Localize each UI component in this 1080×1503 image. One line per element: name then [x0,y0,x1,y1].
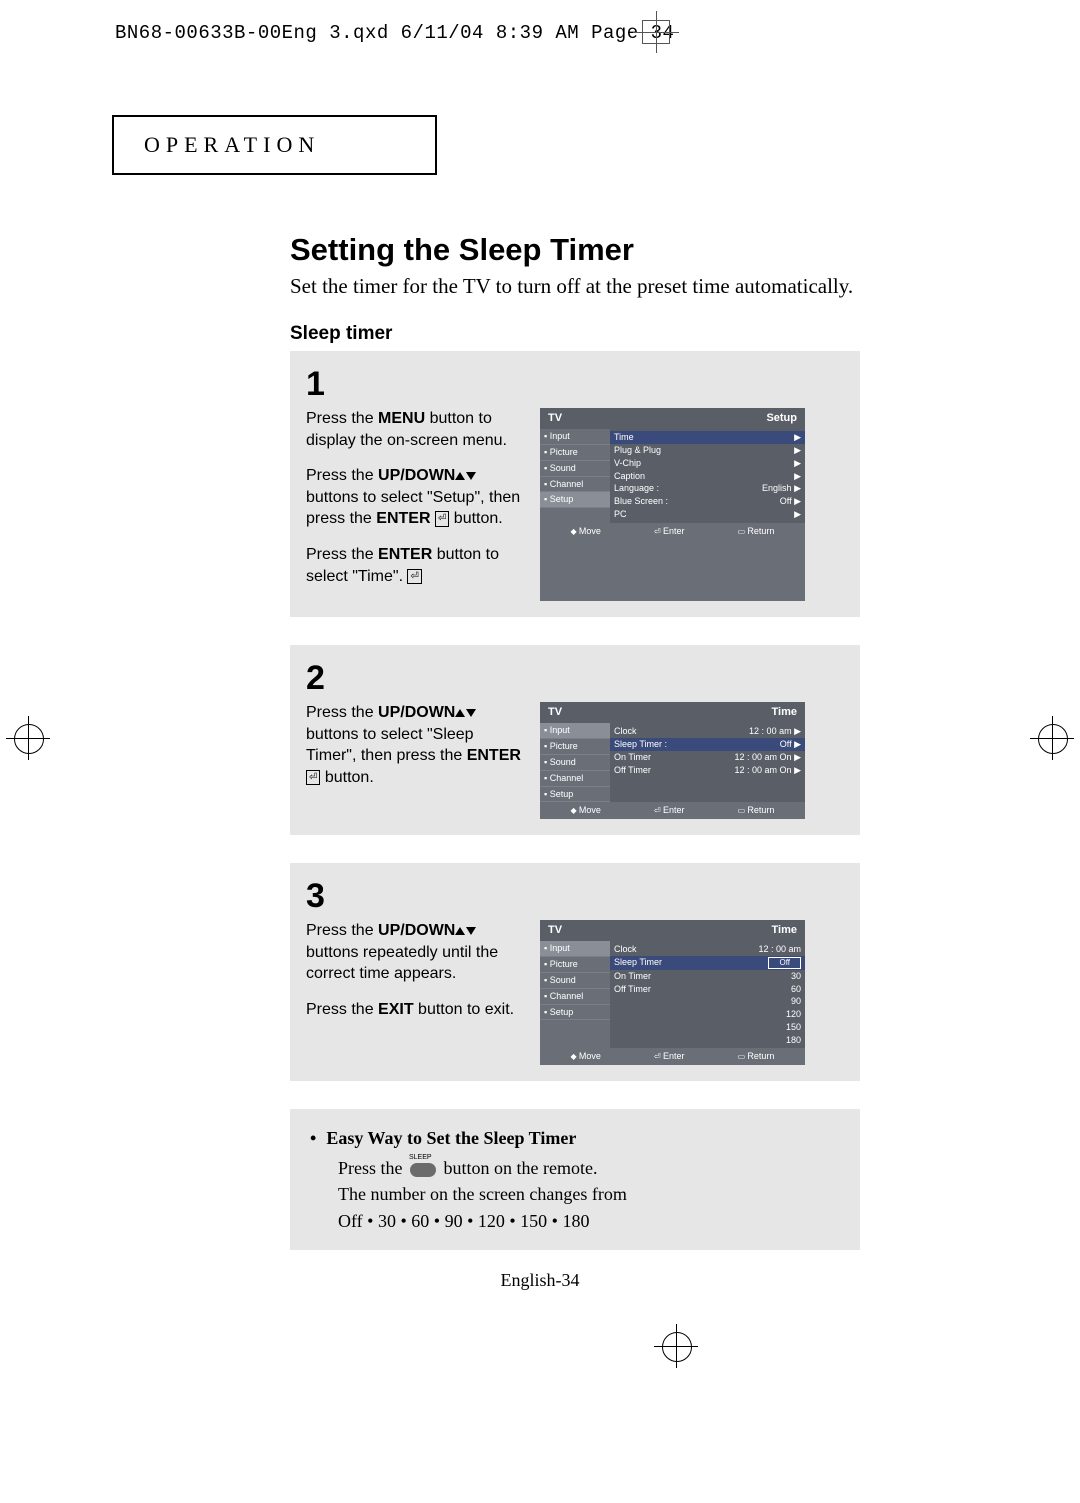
intro-text: Set the timer for the TV to turn off at … [290,274,910,299]
up-arrow-icon [455,927,465,935]
tip-line1b: button on the remote. [444,1158,598,1178]
osd-screenshot: TVTime ▪ Input▪ Picture▪ Sound▪ Channel▪… [540,920,805,1065]
step-instructions: Press the UP/DOWN buttons repeatedly unt… [306,920,526,1065]
sleep-button-icon [410,1163,436,1177]
registration-mark-bottom [658,1328,694,1364]
down-arrow-icon [466,472,476,480]
sub-heading: Sleep timer [290,323,910,345]
step-box: 2 Press the UP/DOWN buttons to select "S… [290,645,860,835]
qxd-header: BN68-00633B-00Eng 3.qxd 6/11/04 8:39 AM … [115,22,674,44]
down-arrow-icon [466,927,476,935]
page-number: English-34 [0,1270,1080,1291]
step-instructions: Press the UP/DOWN buttons to select "Sle… [306,702,526,819]
tip-line3: Off • 30 • 60 • 90 • 120 • 150 • 180 [338,1208,840,1234]
tip-heading: Easy Way to Set the Sleep Timer [326,1125,576,1151]
down-arrow-icon [466,709,476,717]
section-label: OPERATION [144,132,320,158]
osd-screenshot: TVTime ▪ Input▪ Picture▪ Sound▪ Channel▪… [540,702,805,819]
registration-mark-left [10,720,46,756]
osd-screenshot: TVSetup ▪ Input▪ Picture▪ Sound▪ Channel… [540,408,805,601]
step-instructions: Press the MENU button to display the on-… [306,408,526,601]
enter-icon: ⏎ [306,770,320,786]
step-number: 3 [306,877,844,916]
up-arrow-icon [455,472,465,480]
page-title: Setting the Sleep Timer [290,232,910,268]
crop-mark-top [642,20,670,44]
step-number: 2 [306,659,844,698]
registration-mark-right [1034,720,1070,756]
up-arrow-icon [455,709,465,717]
tip-box: •Easy Way to Set the Sleep Timer Press t… [290,1109,860,1249]
step-number: 1 [306,365,844,404]
section-label-box: OPERATION [112,115,437,175]
step-box: 1 Press the MENU button to display the o… [290,351,860,617]
tip-line2: The number on the screen changes from [338,1181,840,1207]
enter-icon: ⏎ [435,511,449,527]
step-box: 3 Press the UP/DOWN buttons repeatedly u… [290,863,860,1081]
enter-icon: ⏎ [407,569,421,585]
tip-line1a: Press the [338,1158,407,1178]
